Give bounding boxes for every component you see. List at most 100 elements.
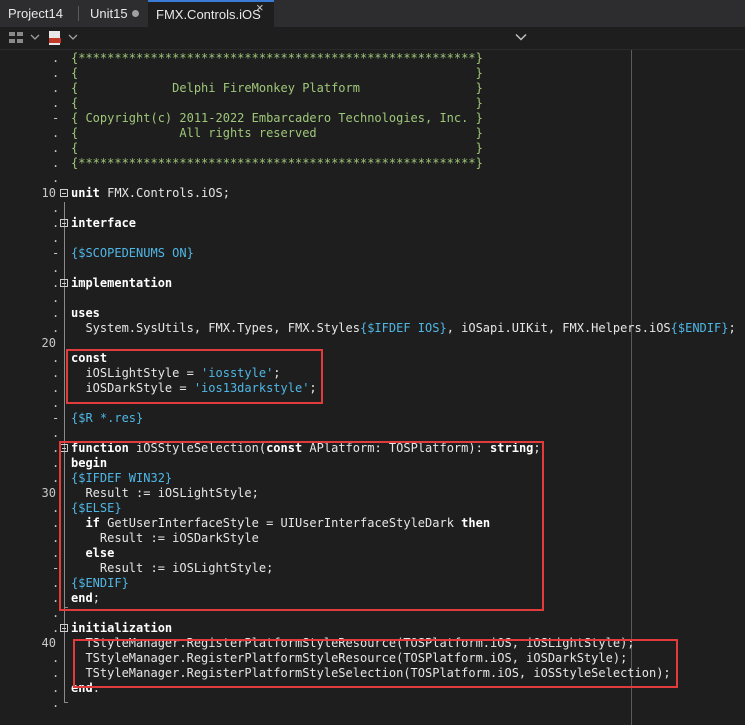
code-text: implementation: [71, 276, 173, 290]
code-text: interface: [71, 216, 137, 230]
line-gutter-mark: .: [52, 456, 60, 470]
code-text: {$SCOPEDENUMS ON}: [71, 246, 194, 260]
code-line: - {$R *.res}: [0, 411, 745, 426]
code-line: . { Delphi FireMonkey Platform }: [0, 81, 745, 96]
fold-toggle-icon[interactable]: [60, 279, 68, 287]
line-gutter-mark: -: [52, 561, 60, 575]
code-text: System.SysUtils, FMX.Types, FMX.Styles{$…: [71, 321, 736, 335]
line-gutter-mark: .: [52, 501, 60, 515]
line-gutter-mark: .: [52, 666, 60, 680]
line-gutter-mark: .: [52, 396, 60, 410]
tab-project14[interactable]: Project14: [0, 0, 78, 27]
line-gutter-mark: -: [52, 111, 60, 125]
dropdown-chevron-icon[interactable]: [68, 33, 78, 41]
line-gutter-mark: .: [52, 306, 60, 320]
code-line: . interface: [0, 216, 745, 231]
line-gutter-mark: .: [52, 171, 60, 185]
code-line: . {**************************************…: [0, 156, 745, 171]
code-text: { Copyright(c) 2011-2022 Embarcadero Tec…: [71, 111, 483, 125]
tab-separator: [78, 6, 79, 21]
code-line: . initialization: [0, 621, 745, 636]
code-line: . {**************************************…: [0, 51, 745, 66]
line-number: 40: [41, 636, 56, 650]
line-number: 10: [41, 186, 56, 200]
code-line: . implementation: [0, 276, 745, 291]
code-text: {***************************************…: [71, 156, 483, 170]
line-gutter-mark: -: [52, 246, 60, 260]
fold-toggle-icon[interactable]: [60, 219, 68, 227]
line-gutter-mark: .: [52, 81, 60, 95]
code-line: .: [0, 291, 745, 306]
highlight-const-block: [66, 349, 323, 404]
code-line: .: [0, 231, 745, 246]
code-line: .: [0, 426, 745, 441]
line-gutter-mark: .: [52, 351, 60, 365]
line-gutter-mark: .: [52, 141, 60, 155]
code-line: .: [0, 261, 745, 276]
line-gutter-mark: .: [52, 201, 60, 215]
line-gutter-mark: .: [52, 321, 60, 335]
code-line: . System.SysUtils, FMX.Types, FMX.Styles…: [0, 321, 745, 336]
code-line: .: [0, 171, 745, 186]
line-gutter-mark: .: [52, 261, 60, 275]
fold-toggle-icon[interactable]: [60, 624, 68, 632]
close-tab-icon[interactable]: ×: [256, 0, 264, 15]
code-text: {***************************************…: [71, 51, 483, 65]
line-gutter-mark: .: [52, 276, 60, 290]
line-gutter-mark: .: [52, 546, 60, 560]
line-gutter-mark: .: [52, 126, 60, 140]
line-gutter-mark: .: [52, 696, 60, 710]
line-gutter-mark: .: [52, 156, 60, 170]
code-text: { }: [71, 66, 483, 80]
line-gutter-mark: .: [52, 366, 60, 380]
line-number: 30: [41, 486, 56, 500]
code-editor[interactable]: . {**************************************…: [0, 50, 745, 725]
code-line: 10 unit FMX.Controls.iOS;: [0, 186, 745, 201]
code-text: { }: [71, 141, 483, 155]
line-gutter-mark: .: [52, 576, 60, 590]
code-text: { }: [71, 96, 483, 110]
line-gutter-mark: .: [52, 516, 60, 530]
line-gutter-mark: .: [52, 621, 60, 635]
highlight-register-block: [73, 639, 678, 688]
tab-label: Project14: [8, 6, 63, 21]
line-gutter-mark: .: [52, 51, 60, 65]
line-gutter-mark: .: [52, 591, 60, 605]
line-gutter-mark: .: [52, 471, 60, 485]
line-gutter-mark: .: [52, 216, 60, 230]
code-line: . { All rights reserved }: [0, 126, 745, 141]
code-text: { Delphi FireMonkey Platform }: [71, 81, 483, 95]
tab-label: Unit15: [90, 6, 128, 21]
line-gutter-mark: .: [52, 66, 60, 80]
code-text: {$R *.res}: [71, 411, 144, 425]
line-gutter-mark: .: [52, 531, 60, 545]
method-dropdown-chevron-icon[interactable]: [515, 33, 527, 41]
code-text: { All rights reserved }: [71, 126, 483, 140]
code-line: . uses: [0, 306, 745, 321]
code-line: .: [0, 696, 745, 711]
line-gutter-mark: .: [52, 381, 60, 395]
file-uses-icon[interactable]: [48, 30, 62, 46]
line-gutter-mark: .: [52, 651, 60, 665]
line-gutter-mark: .: [52, 231, 60, 245]
fold-toggle-icon[interactable]: [60, 189, 68, 197]
line-gutter-mark: .: [52, 96, 60, 110]
unsaved-dot-icon: [132, 10, 139, 17]
tab-label: FMX.Controls.iOS: [156, 7, 261, 22]
editor-toolbar: [0, 27, 745, 50]
dropdown-chevron-icon[interactable]: [30, 33, 40, 41]
code-line: .: [0, 201, 745, 216]
line-gutter-mark: .: [52, 681, 60, 695]
code-line: -{ Copyright(c) 2011-2022 Embarcadero Te…: [0, 111, 745, 126]
structure-icon[interactable]: [8, 30, 24, 46]
editor-tab-bar: Project14 Unit15 FMX.Controls.iOS ×: [0, 0, 745, 27]
line-gutter-mark: .: [52, 606, 60, 620]
code-line: . { }: [0, 66, 745, 81]
highlight-function-block: [59, 441, 544, 611]
code-line: - {$SCOPEDENUMS ON}: [0, 246, 745, 261]
line-gutter-mark: .: [52, 426, 60, 440]
code-text: unit FMX.Controls.iOS;: [71, 186, 230, 200]
code-text: initialization: [71, 621, 173, 635]
line-gutter-mark: .: [52, 291, 60, 305]
code-line: . { }: [0, 96, 745, 111]
